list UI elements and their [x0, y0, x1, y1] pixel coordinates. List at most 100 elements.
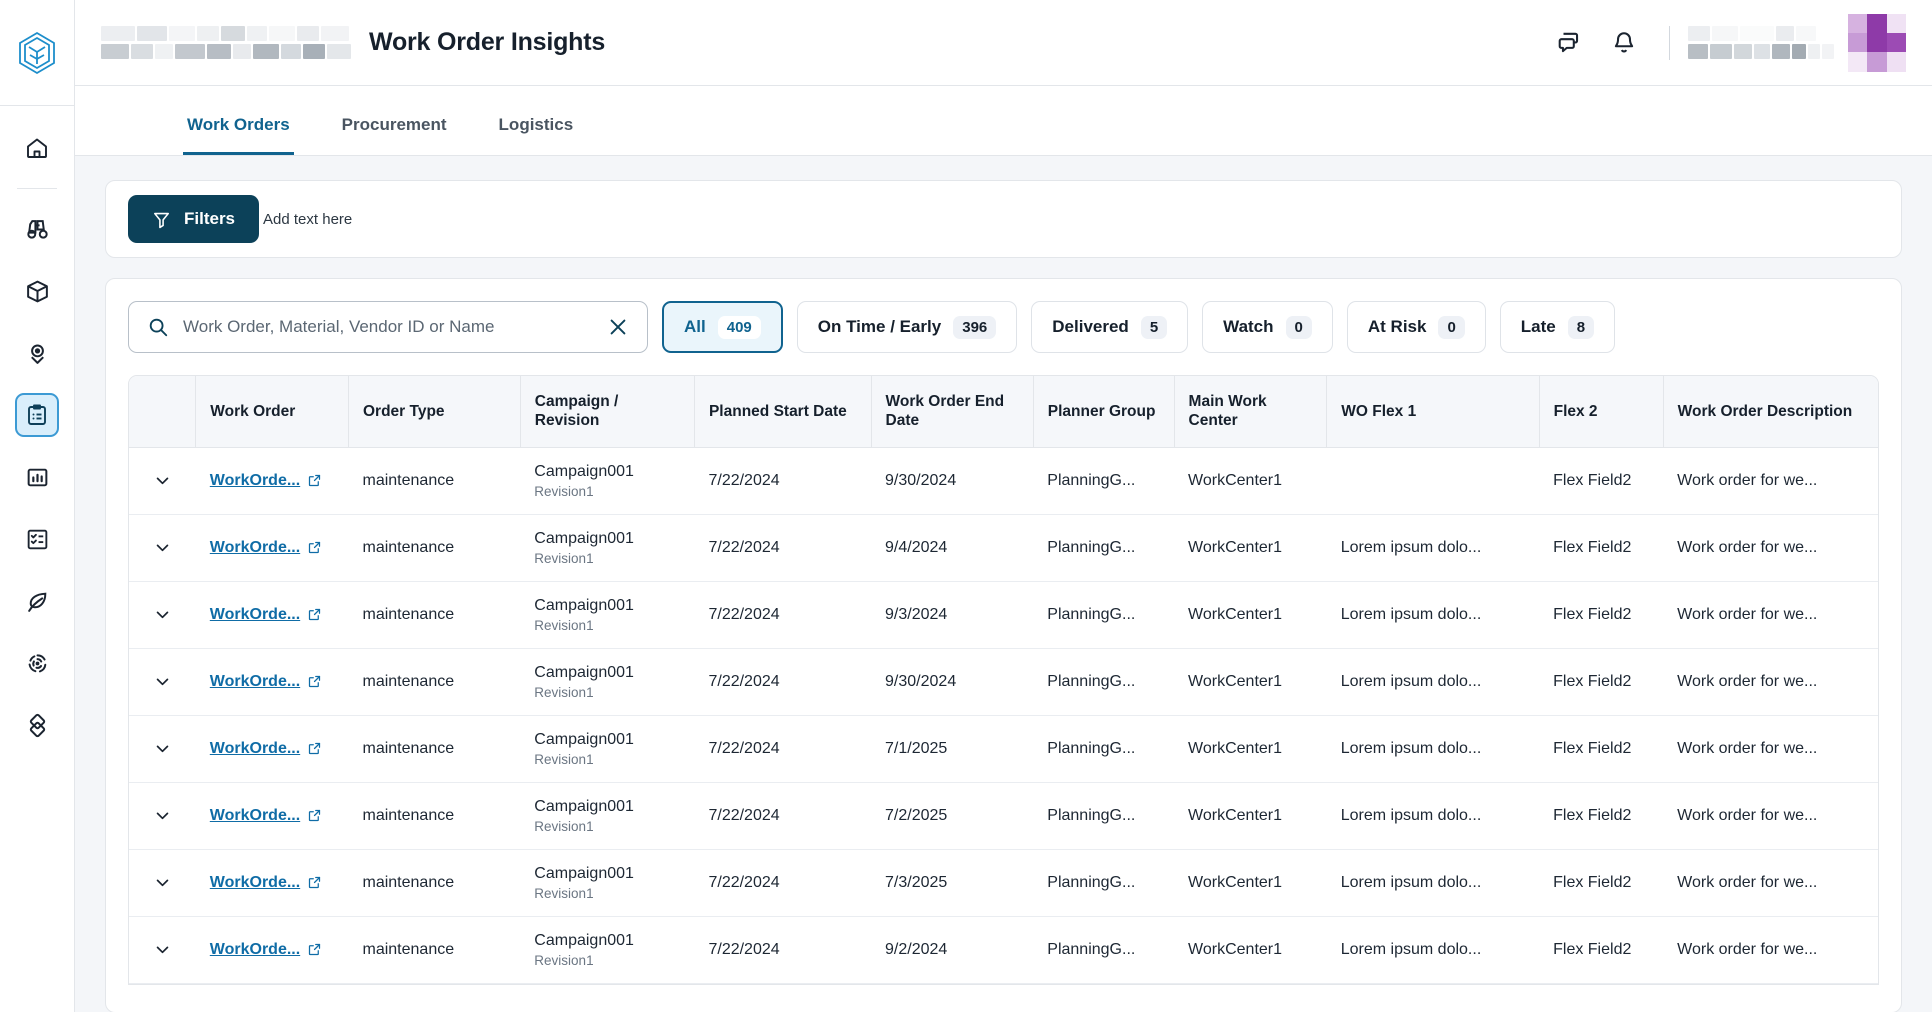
- work-order-link[interactable]: WorkOrde...: [210, 606, 322, 624]
- cell-order-type: maintenance: [348, 916, 521, 984]
- column-header-work-order-description[interactable]: Work Order Description: [1663, 376, 1878, 448]
- cell-work-order[interactable]: WorkOrde...: [195, 782, 349, 850]
- cell-campaign-revision: Campaign001 Revision1: [520, 849, 695, 917]
- row-expand-cell[interactable]: [129, 447, 196, 515]
- cell-work-order[interactable]: WorkOrde...: [195, 648, 349, 716]
- row-expand-cell[interactable]: [129, 782, 196, 850]
- column-header-order-type[interactable]: Order Type: [348, 376, 521, 448]
- chevron-down-icon[interactable]: [143, 673, 182, 690]
- app-logo[interactable]: [0, 0, 75, 106]
- column-header-wo-flex-1[interactable]: WO Flex 1: [1326, 376, 1540, 448]
- column-header-flex-2[interactable]: Flex 2: [1539, 376, 1664, 448]
- row-expand-cell[interactable]: [129, 916, 196, 984]
- column-header-work-order-end-date[interactable]: Work Order End Date: [871, 376, 1034, 448]
- revision-name: Revision1: [534, 952, 594, 968]
- work-order-link[interactable]: WorkOrde...: [210, 539, 322, 557]
- chevron-down-icon[interactable]: [143, 941, 182, 958]
- filters-button[interactable]: Filters: [128, 195, 260, 243]
- row-expand-cell[interactable]: [129, 715, 196, 783]
- chevron-down-icon[interactable]: [143, 874, 182, 891]
- campaign-name: Campaign001: [534, 529, 634, 547]
- cell-planner-group: PlanningG...: [1033, 447, 1175, 515]
- revision-name: Revision1: [534, 885, 594, 901]
- column-header-planned-start-date[interactable]: Planned Start Date: [694, 376, 872, 448]
- cell-wo-flex-1: Lorem ipsum dolo...: [1326, 581, 1540, 649]
- cell-planner-group: PlanningG...: [1033, 715, 1175, 783]
- tab-procurement[interactable]: Procurement: [338, 115, 451, 155]
- sidebar-item-home[interactable]: [15, 126, 59, 170]
- column-header-expand[interactable]: [129, 376, 197, 448]
- cell-work-order[interactable]: WorkOrde...: [195, 715, 349, 783]
- work-order-link[interactable]: WorkOrde...: [210, 472, 322, 490]
- rail-icon-list: [0, 106, 75, 747]
- column-header-campaign-revision[interactable]: Campaign / Revision: [520, 376, 695, 448]
- row-expand-cell[interactable]: [129, 648, 196, 716]
- status-chip-late[interactable]: Late 8: [1499, 301, 1616, 353]
- cell-work-order-end-date: 7/3/2025: [871, 849, 1034, 917]
- column-header-work-order[interactable]: Work Order: [195, 376, 349, 448]
- left-nav-rail: [0, 0, 75, 1012]
- cell-work-order-description: Work order for we...: [1663, 514, 1878, 582]
- sidebar-item-monitoring[interactable]: [15, 641, 59, 685]
- search-input[interactable]: [183, 317, 593, 337]
- sidebar-item-inventory[interactable]: [15, 269, 59, 313]
- chevron-down-icon[interactable]: [143, 472, 182, 489]
- cell-work-order[interactable]: WorkOrde...: [195, 916, 349, 984]
- status-chip-all[interactable]: All 409: [662, 301, 783, 353]
- cell-order-type: maintenance: [348, 447, 521, 515]
- column-header-main-work-center[interactable]: Main Work Center: [1174, 376, 1328, 448]
- cell-flex-2: Flex Field2: [1539, 916, 1664, 984]
- sidebar-item-tasks[interactable]: [15, 517, 59, 561]
- work-order-link[interactable]: WorkOrde...: [210, 740, 322, 758]
- chevron-down-icon[interactable]: [143, 539, 182, 556]
- status-chip-delivered[interactable]: Delivered 5: [1031, 301, 1189, 353]
- sidebar-item-discover[interactable]: [15, 207, 59, 251]
- work-order-link[interactable]: WorkOrde...: [210, 874, 322, 892]
- cell-flex-2: Flex Field2: [1539, 648, 1664, 716]
- cell-work-order[interactable]: WorkOrde...: [195, 581, 349, 649]
- sidebar-item-sustainability[interactable]: [15, 579, 59, 623]
- cell-main-work-center: WorkCenter1: [1174, 514, 1327, 582]
- status-chip-count: 409: [717, 315, 761, 339]
- cell-work-order[interactable]: WorkOrde...: [195, 447, 349, 515]
- cell-work-order-end-date: 9/30/2024: [871, 648, 1034, 716]
- leaf-icon: [27, 592, 46, 612]
- sidebar-item-locations[interactable]: [15, 331, 59, 375]
- messages-button[interactable]: [1551, 24, 1589, 62]
- status-chip-on-time-early[interactable]: On Time / Early 396: [796, 301, 1018, 353]
- tab-logistics[interactable]: Logistics: [495, 115, 578, 155]
- tab-work-orders[interactable]: Work Orders: [183, 115, 294, 155]
- cell-campaign-revision: Campaign001 Revision1: [520, 916, 695, 984]
- search-box[interactable]: [128, 301, 648, 353]
- table-row: WorkOrde... maintenance Campaign001 Revisio…: [129, 581, 1878, 649]
- row-expand-cell[interactable]: [129, 514, 196, 582]
- external-link-icon: [309, 944, 321, 956]
- status-chip-at-risk[interactable]: At Risk 0: [1346, 301, 1486, 353]
- chevron-down-icon[interactable]: [143, 606, 182, 623]
- close-x-icon[interactable]: [607, 316, 629, 338]
- row-expand-cell[interactable]: [129, 581, 196, 649]
- row-expand-cell[interactable]: [129, 849, 196, 917]
- sidebar-item-analytics[interactable]: [15, 455, 59, 499]
- sidebar-item-work-orders[interactable]: [15, 393, 59, 437]
- tab-bar: Work Orders Procurement Logistics: [75, 86, 1932, 156]
- search-icon: [149, 318, 168, 337]
- column-header-planner-group[interactable]: Planner Group: [1033, 376, 1175, 448]
- sidebar-item-network[interactable]: [15, 703, 59, 747]
- notifications-button[interactable]: [1605, 24, 1643, 62]
- revision-name: Revision1: [534, 818, 594, 834]
- cell-work-order[interactable]: WorkOrde...: [195, 849, 349, 917]
- chevron-down-icon[interactable]: [143, 740, 182, 757]
- cell-work-order-end-date: 9/30/2024: [871, 447, 1034, 515]
- status-chip-watch[interactable]: Watch 0: [1202, 301, 1333, 353]
- work-order-link[interactable]: WorkOrde...: [210, 807, 322, 825]
- filters-button-label: Filters: [184, 209, 236, 228]
- work-order-link[interactable]: WorkOrde...: [210, 941, 322, 959]
- cell-work-order[interactable]: WorkOrde...: [195, 514, 349, 582]
- work-order-link[interactable]: WorkOrde...: [210, 673, 322, 691]
- revision-name: Revision1: [534, 751, 594, 767]
- cell-wo-flex-1: Lorem ipsum dolo...: [1326, 782, 1540, 850]
- avatar[interactable]: [1848, 13, 1906, 72]
- campaign-name: Campaign001: [534, 730, 634, 748]
- chevron-down-icon[interactable]: [143, 807, 182, 824]
